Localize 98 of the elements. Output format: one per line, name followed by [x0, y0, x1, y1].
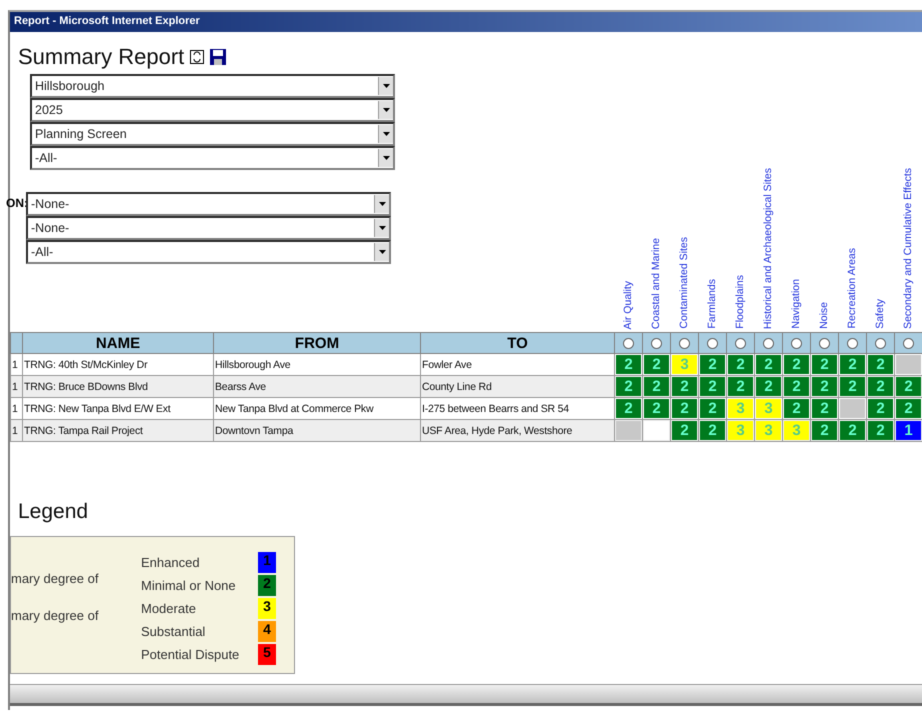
legend-label: Substantial: [141, 624, 206, 639]
rating-cell: 2: [756, 355, 781, 374]
rating-cell: 2: [812, 355, 837, 374]
legend-swatch: 4: [258, 621, 276, 642]
rating-cell: 2: [700, 421, 725, 440]
dropdown-field[interactable]: -All-: [30, 146, 395, 170]
legend-title: Legend: [18, 500, 90, 524]
page-title: Summary Report: [18, 44, 184, 70]
dropdown-field[interactable]: -All-: [26, 240, 391, 264]
legend-swatch: 3: [258, 598, 276, 619]
rating-cell: 2: [868, 355, 893, 374]
column-header: NAME: [22, 332, 214, 354]
legend-swatch: 5: [258, 644, 276, 665]
column-header: Floodplains: [734, 275, 746, 329]
radio-button[interactable]: [707, 338, 718, 350]
legend-label: Potential Dispute: [141, 647, 240, 662]
column-header: Safety: [874, 299, 886, 329]
rating-cell: 2: [896, 377, 921, 396]
refresh-icon[interactable]: [190, 50, 204, 64]
table-cell: County Line Rd: [420, 376, 614, 398]
column-header: TO: [420, 332, 614, 354]
rating-cell: 2: [812, 421, 837, 440]
table-cell: 1: [10, 376, 22, 398]
legend-swatch: 2: [258, 575, 276, 596]
rating-cell: 2: [616, 355, 641, 374]
rating-cell: 2: [784, 355, 809, 374]
legend-note: mary degree of: [11, 571, 100, 586]
rating-cell: 1: [896, 421, 921, 440]
radio-button[interactable]: [875, 338, 886, 350]
column-header: Recreation Areas: [846, 248, 858, 329]
dropdown-field[interactable]: Planning Screen: [30, 122, 395, 146]
save-icon[interactable]: [210, 49, 226, 65]
radio-button[interactable]: [903, 338, 914, 350]
rating-cell: 2: [896, 399, 921, 418]
rating-cell: 2: [840, 355, 865, 374]
rating-cell: 2: [756, 377, 781, 396]
rating-cell: 3: [672, 355, 697, 374]
rating-cell: 2: [812, 399, 837, 418]
dropdown-field[interactable]: 2025: [30, 98, 395, 122]
rating-cell: 3: [784, 421, 809, 440]
rating-cell: 2: [644, 355, 669, 374]
rating-cell: 2: [812, 377, 837, 396]
table-cell: TRNG: Tampa Rail Project: [22, 420, 214, 442]
rating-cell: 2: [672, 377, 697, 396]
rating-cell: 2: [784, 399, 809, 418]
legend-note: mary degree of: [11, 608, 100, 623]
column-header: Coastal and Marine: [650, 238, 662, 329]
table-cell: 1: [10, 420, 22, 442]
radio-button[interactable]: [679, 338, 690, 350]
rating-cell: 3: [728, 421, 753, 440]
table-cell: USF Area, Hyde Park, Westshore: [420, 420, 614, 442]
column-header: Farmlands: [706, 279, 718, 329]
rating-cell: 2: [840, 421, 865, 440]
table-cell: Bearss Ave: [214, 376, 420, 398]
column-header: FROM: [214, 332, 420, 354]
rating-cell: 2: [616, 377, 641, 396]
rating-cell: 3: [756, 399, 781, 418]
rating-cell: 2: [700, 399, 725, 418]
rating-cell: 2: [868, 399, 893, 418]
legend-swatch: 1: [258, 552, 276, 573]
column-header: Historical and Archaeological Sites: [762, 168, 774, 329]
legend-label: Enhanced: [141, 555, 201, 570]
rating-cell: 2: [672, 421, 697, 440]
table-cell: TRNG: Bruce BDowns Blvd: [22, 376, 214, 398]
rating-cell: 2: [700, 355, 725, 374]
rating-cell: 2: [672, 399, 697, 418]
column-header: Air Quality: [622, 280, 634, 329]
rating-cell: 3: [728, 399, 753, 418]
radio-button[interactable]: [763, 338, 774, 350]
window-title: Report - Microsoft Internet Explorer: [10, 12, 922, 32]
radio-button[interactable]: [651, 338, 662, 350]
radio-button[interactable]: [623, 338, 634, 350]
radio-button[interactable]: [819, 338, 830, 350]
rating-cell: 2: [728, 377, 753, 396]
rating-cell: 2: [644, 399, 669, 418]
column-header: Secondary and Cumulative Effects: [902, 168, 914, 329]
rating-cell: 2: [784, 377, 809, 396]
rating-cell: 3: [756, 421, 781, 440]
dropdown-field[interactable]: -None-: [26, 216, 391, 240]
column-header: Noise: [818, 302, 830, 329]
rating-cell: 2: [868, 421, 893, 440]
rating-cell: 2: [728, 355, 753, 374]
rating-cell: 2: [644, 377, 669, 396]
rating-cell: 2: [868, 377, 893, 396]
column-header: Navigation: [790, 279, 802, 329]
dropdown-field[interactable]: -None-: [26, 192, 391, 216]
legend-label: Moderate: [141, 601, 197, 616]
rating-cell: 2: [840, 377, 865, 396]
field-label: ON:: [6, 195, 26, 212]
rating-cell: 2: [616, 399, 641, 418]
radio-button[interactable]: [791, 338, 802, 350]
rating-cell: 2: [700, 377, 725, 396]
radio-button[interactable]: [735, 338, 746, 350]
table-cell: Downtovn Tampa: [214, 420, 420, 442]
radio-button[interactable]: [847, 338, 858, 350]
legend-label: Minimal or None: [141, 578, 237, 593]
dropdown-field[interactable]: Hillsborough: [30, 74, 395, 98]
column-header: Contaminated Sites: [678, 237, 690, 329]
